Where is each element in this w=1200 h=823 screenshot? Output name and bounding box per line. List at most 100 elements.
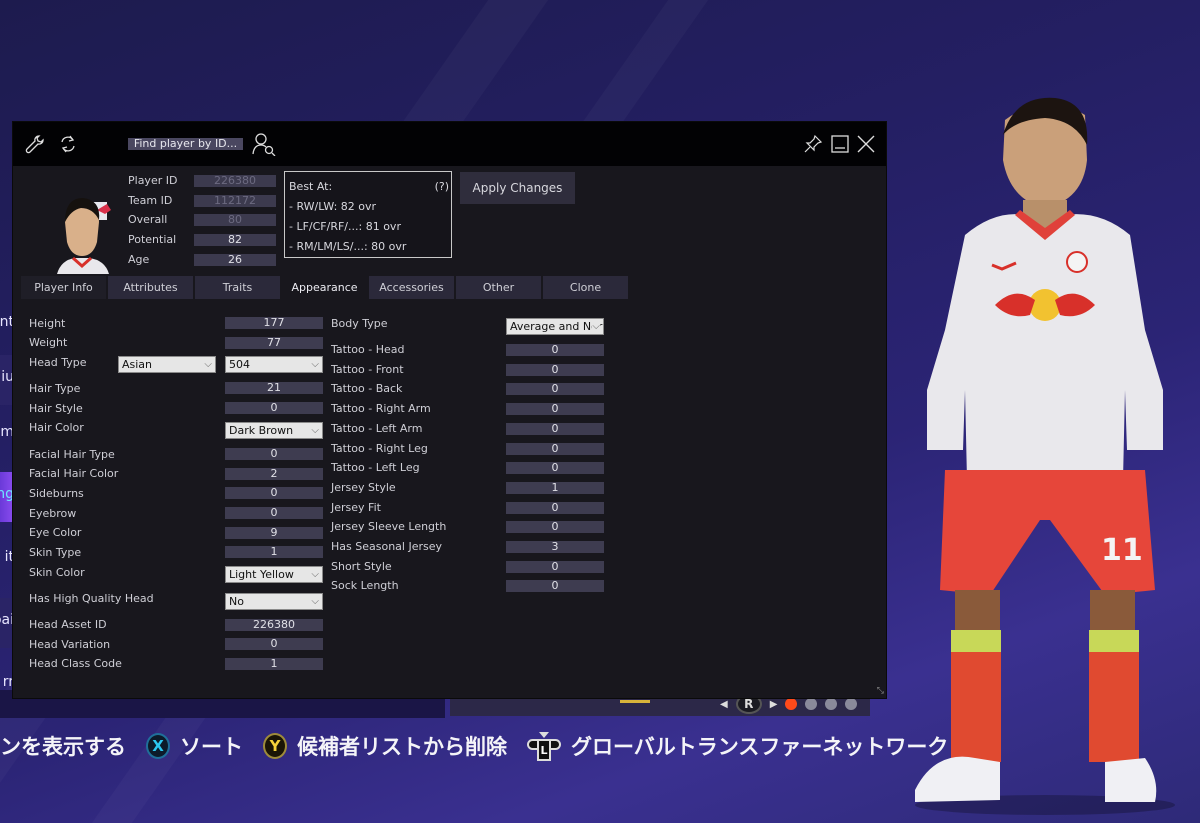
hair-color-dropdown[interactable]: Dark Brown ⌵ [225,422,323,439]
skin-type-field[interactable]: 1 [225,546,323,558]
weight-field[interactable]: 77 [225,337,323,349]
chevron-down-icon: ⌵ [592,319,600,334]
appearance-field-label: Tattoo - Left Arm [331,422,423,435]
best-at-line: - RM/LM/LS/...: 80 ovr [289,240,407,253]
wrench-icon[interactable] [23,132,47,156]
user-search-icon[interactable] [252,132,276,156]
hair-type-field[interactable]: 21 [225,382,323,394]
y-button-icon: Y [263,733,287,759]
close-icon[interactable] [854,132,878,156]
page-dot-active[interactable] [785,698,798,710]
player-3d-model: 11 [915,97,1175,815]
skin-type-label: Skin Type [29,546,82,559]
appearance-field-label: Tattoo - Head [331,343,405,356]
appearance-field-value[interactable]: 0 [506,462,604,474]
page-dot[interactable] [825,698,838,710]
appearance-field-label: Tattoo - Front [331,363,404,376]
hint-sort[interactable]: ソート [180,731,243,761]
player-id-field: 226380 [194,175,276,187]
appearance-field-label: Tattoo - Back [331,382,403,395]
facial-hair-type-field[interactable]: 0 [225,448,323,460]
shorts-number: 11 [1101,533,1143,568]
appearance-field-value[interactable]: 0 [506,443,604,455]
appearance-field-value[interactable]: 0 [506,580,604,592]
page-dot[interactable] [845,698,858,710]
hint-global-transfer-network[interactable]: グローバルトランスファーネットワーク [571,731,948,761]
appearance-field-value[interactable]: 0 [506,344,604,356]
hint-show-text: ンを表示する [0,735,126,759]
tab-player-info[interactable]: Player Info [21,276,106,299]
x-button-icon: X [146,733,170,759]
body-type-dropdown[interactable]: Average and Normal⌵ [506,318,604,335]
tab-accessories[interactable]: Accessories [369,276,454,299]
tab-clone[interactable]: Clone [543,276,628,299]
player-editor-window: Find player by ID... Player ID 226380 Te… [12,121,887,699]
hair-type-label: Hair Type [29,382,81,395]
age-field[interactable]: 26 [194,254,276,266]
chevron-down-icon: ⌵ [311,596,319,607]
pin-icon[interactable] [801,132,825,156]
head-class-code-label: Head Class Code [29,657,122,670]
age-label: Age [128,253,150,266]
appearance-field-value[interactable]: 0 [506,502,604,514]
hint-remove-shortlist[interactable]: 候補者リストから削除 [297,731,507,761]
page-dot[interactable] [805,698,818,710]
rating-bar [620,700,650,703]
appearance-field-label: Has Seasonal Jersey [331,540,442,553]
hair-style-label: Hair Style [29,402,83,415]
head-variation-label: Head Variation [29,638,111,651]
tab-attributes[interactable]: Attributes [108,276,193,299]
triangle-left-icon: ◀ [720,698,728,710]
appearance-field-label: Short Style [331,560,392,573]
overall-field: 80 [194,214,276,226]
hair-color-label: Hair Color [29,421,84,434]
head-class-code-field[interactable]: 1 [225,658,323,670]
appearance-field-label: Sock Length [331,579,399,592]
refresh-icon[interactable] [56,132,80,156]
help-icon[interactable]: (?) [435,180,449,193]
head-asset-id-label: Head Asset ID [29,618,107,631]
sideburns-field[interactable]: 0 [225,487,323,499]
jersey-sun-logo [1029,289,1061,321]
hq-head-dropdown[interactable]: No ⌵ [225,593,323,610]
appearance-field-value[interactable]: 0 [506,403,604,415]
chevron-down-icon: ⌵ [311,425,319,436]
eye-color-field[interactable]: 9 [225,527,323,539]
appearance-field-value[interactable]: 0 [506,561,604,573]
head-type-group-dropdown[interactable]: Asian ⌵ [118,356,216,373]
player-id-label: Player ID [128,174,178,187]
appearance-field-value[interactable]: 1 [506,482,604,494]
appearance-field-value[interactable]: 0 [506,383,604,395]
appearance-field-value[interactable]: 3 [506,541,604,553]
eyebrow-field[interactable]: 0 [225,507,323,519]
apply-changes-button[interactable]: Apply Changes [460,172,575,204]
appearance-field-value[interactable]: 0 [506,423,604,435]
appearance-field-label: Jersey Sleeve Length [331,520,447,533]
tab-appearance[interactable]: Appearance [282,276,367,299]
right-sock-band [1089,630,1139,652]
head-type-dropdown[interactable]: 504 ⌵ [225,356,323,373]
appearance-field-value[interactable]: 0 [506,521,604,533]
chevron-down-icon: ⌵ [311,359,319,370]
head-asset-id-field[interactable]: 226380 [225,619,323,631]
eyebrow-label: Eyebrow [29,507,77,520]
appearance-field-value[interactable]: 0 [506,364,604,376]
potential-field[interactable]: 82 [194,234,276,246]
height-field[interactable]: 177 [225,317,323,329]
tab-traits[interactable]: Traits [195,276,280,299]
facial-hair-color-field[interactable]: 2 [225,468,323,480]
appearance-field-label: Jersey Style [331,481,396,494]
tab-other[interactable]: Other [456,276,541,299]
head-variation-field[interactable]: 0 [225,638,323,650]
right-sock [1089,652,1139,762]
resize-grip-icon[interactable]: ⤡ [877,686,884,696]
potential-label: Potential [128,233,177,246]
best-at-line: - LF/CF/RF/...: 81 ovr [289,220,401,233]
title-bar: Find player by ID... [13,122,886,166]
overall-label: Overall [128,213,168,226]
find-player-button[interactable]: Find player by ID... [128,138,243,150]
hair-style-field[interactable]: 0 [225,402,323,414]
skin-color-dropdown[interactable]: Light Yellow ⌵ [225,566,323,583]
left-sock-band [951,630,1001,652]
minimize-icon[interactable] [828,132,852,156]
